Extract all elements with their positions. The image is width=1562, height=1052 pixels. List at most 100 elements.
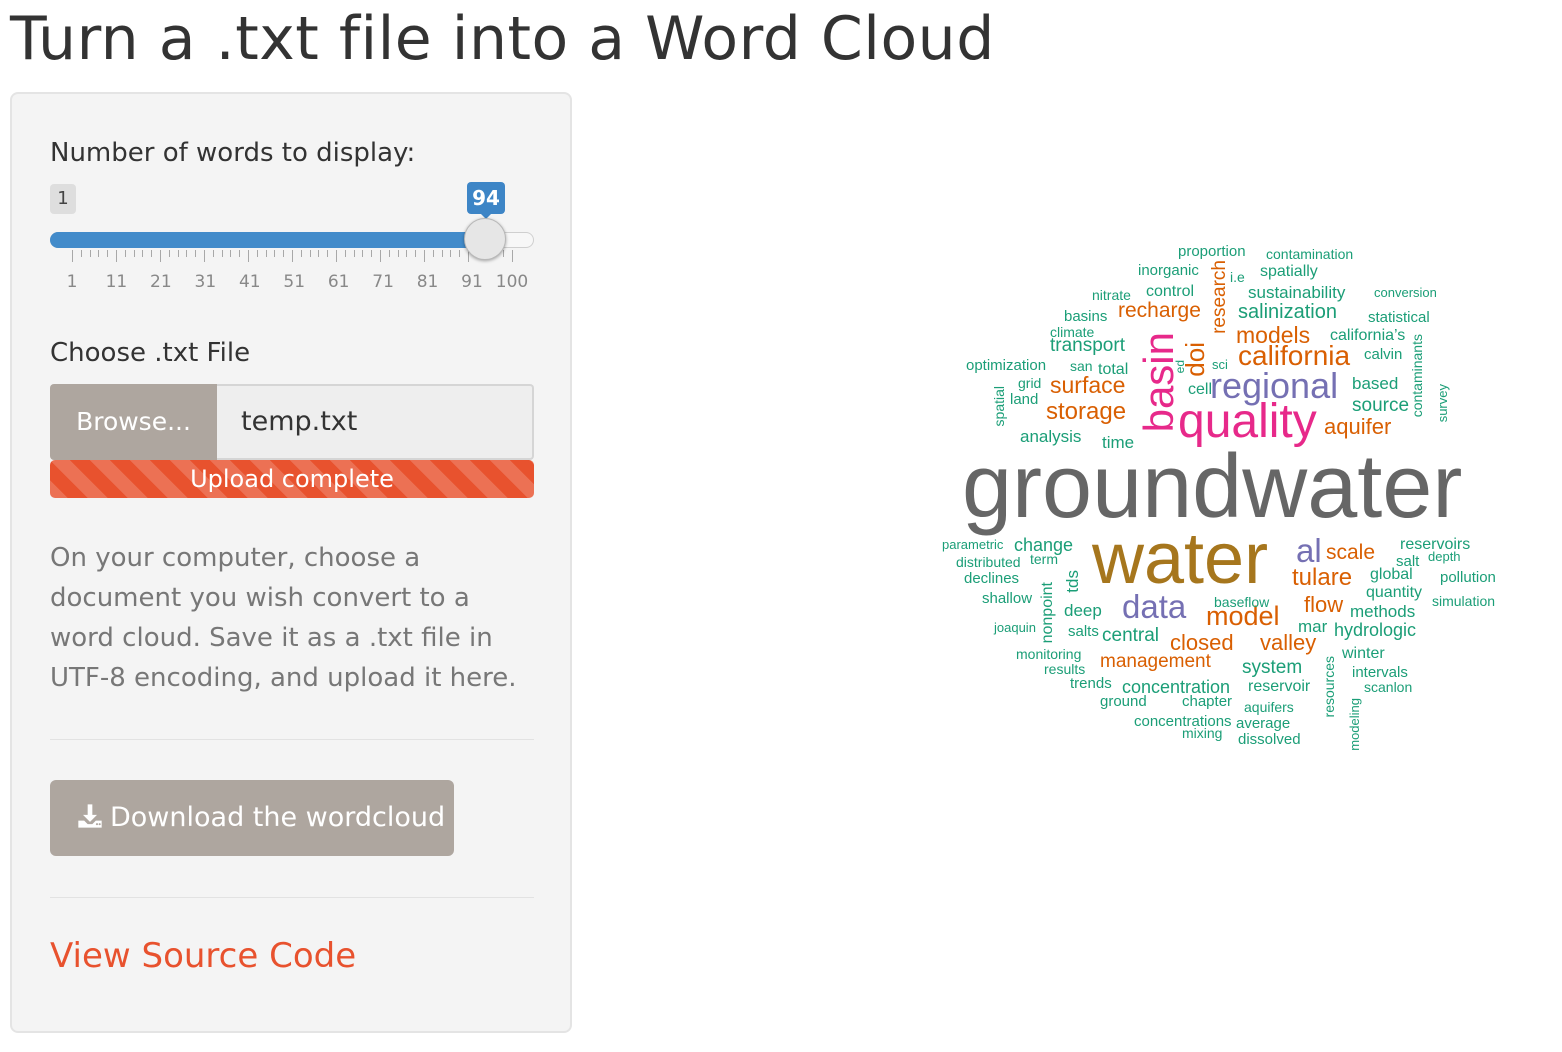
slider-tick-major xyxy=(160,250,161,262)
cloud-word: water xyxy=(1092,519,1269,599)
slider-tick-major xyxy=(72,250,73,262)
slider-tick-label: 1 xyxy=(66,272,78,292)
slider-tick-minor xyxy=(265,250,267,257)
cloud-word: global xyxy=(1370,566,1413,583)
slider-tick-minor xyxy=(98,250,100,257)
file-input: Browse... temp.txt xyxy=(50,384,534,460)
cloud-word: models xyxy=(1236,322,1311,348)
cloud-word: regional xyxy=(1210,365,1339,406)
slider-tick-minor xyxy=(195,250,197,257)
slider-tick-minor xyxy=(406,250,408,257)
cloud-word: modeling xyxy=(1347,698,1362,751)
download-icon xyxy=(78,804,102,828)
cloud-word: basin xyxy=(1135,332,1182,433)
slider-tick-minor xyxy=(371,250,373,257)
upload-progress-bar: Upload complete xyxy=(50,460,534,498)
cloud-word: contaminants xyxy=(1409,334,1425,418)
cloud-word: ed xyxy=(1173,360,1187,374)
cloud-word: quantity xyxy=(1366,584,1423,601)
slider-tick-major xyxy=(292,250,293,262)
cloud-word: basins xyxy=(1064,308,1108,325)
cloud-word: conversion xyxy=(1374,285,1437,300)
slider-tick-label: 41 xyxy=(238,272,261,292)
cloud-word: calvin xyxy=(1364,346,1403,363)
slider-ticks xyxy=(50,250,534,264)
cloud-word: flow xyxy=(1304,592,1344,617)
slider-tick-minor xyxy=(353,250,355,257)
slider-tick-labels: 1 11 21 31 41 51 61 71 81 91 100 xyxy=(50,272,534,296)
cloud-word: sustainability xyxy=(1248,283,1346,302)
cloud-word: data xyxy=(1122,588,1187,625)
download-button[interactable]: Download the wordcloud xyxy=(50,780,454,856)
cloud-word: i.e xyxy=(1230,269,1245,285)
cloud-word: tds xyxy=(1063,570,1082,593)
cloud-word: climate xyxy=(1050,324,1095,340)
cloud-word: tulare xyxy=(1292,564,1353,591)
cloud-word: results xyxy=(1044,661,1086,677)
browse-button[interactable]: Browse... xyxy=(50,384,217,460)
cloud-word: aquifers xyxy=(1244,699,1294,715)
cloud-word: mar xyxy=(1298,617,1328,636)
download-label: Download the wordcloud xyxy=(110,802,446,833)
cloud-word: distributed xyxy=(956,554,1021,570)
slider-tick-minor xyxy=(300,250,302,257)
slider-tick-minor xyxy=(133,250,135,257)
divider xyxy=(50,739,534,740)
cloud-word: pollution xyxy=(1440,569,1496,586)
slider-tick-major xyxy=(336,250,337,262)
filename-field[interactable]: temp.txt xyxy=(217,384,534,460)
cloud-word: storage xyxy=(1046,398,1127,425)
cloud-word: inorganic xyxy=(1138,262,1199,279)
slider-tick-minor xyxy=(186,250,188,257)
slider-tick-label: 71 xyxy=(372,272,394,292)
cloud-word: depth xyxy=(1428,549,1461,564)
help-text: On your computer, choose a document you … xyxy=(50,543,517,693)
slider-tick-label: 11 xyxy=(105,272,128,292)
cloud-word: intervals xyxy=(1352,664,1408,681)
slider-tick-minor xyxy=(80,250,82,257)
cloud-word: spatially xyxy=(1260,263,1318,280)
slider-tick-label: 31 xyxy=(194,272,217,292)
slider-tick-minor xyxy=(344,250,346,257)
slider-tick-label: 91 xyxy=(461,272,483,292)
slider-tick-minor xyxy=(318,250,320,257)
cloud-word: control xyxy=(1146,283,1195,300)
slider-tick-minor xyxy=(388,250,390,257)
cloud-word: shallow xyxy=(982,590,1033,607)
cloud-word: system xyxy=(1242,657,1303,678)
slider-tick-minor xyxy=(432,250,434,257)
cloud-word: aquifer xyxy=(1324,414,1392,439)
slider-tick-label: 81 xyxy=(416,272,439,292)
slider-tick-minor xyxy=(362,250,364,257)
slider-tick-major xyxy=(248,250,249,262)
slider-tick-minor xyxy=(151,250,153,257)
slider-tick-minor xyxy=(327,250,329,257)
cloud-word: parametric xyxy=(942,537,1004,552)
slider-tick-major xyxy=(204,250,205,262)
cloud-word: resources xyxy=(1321,656,1337,718)
cloud-word: simulation xyxy=(1432,593,1496,609)
cloud-word: time xyxy=(1102,433,1135,452)
cloud-word: survey xyxy=(1435,384,1450,423)
slider-tick-minor xyxy=(256,250,258,257)
slider-tick-major xyxy=(116,250,117,262)
view-source-link[interactable]: View Source Code xyxy=(50,936,356,976)
cloud-word: optimization xyxy=(966,357,1047,374)
divider xyxy=(50,897,534,898)
cloud-word: term xyxy=(1030,551,1058,567)
cloud-word: average xyxy=(1236,715,1291,732)
cloud-word: hydrologic xyxy=(1334,620,1417,640)
slider-tick-major xyxy=(424,250,425,262)
cloud-word: ground xyxy=(1100,693,1147,710)
slider-tick-minor xyxy=(309,250,311,257)
slider-min-badge: 1 xyxy=(50,184,76,214)
slider-tick-minor xyxy=(89,250,91,257)
slider-tick-minor xyxy=(107,250,109,257)
cloud-word: mixing xyxy=(1182,725,1223,741)
cloud-word: trends xyxy=(1070,675,1112,692)
slider-tick-minor xyxy=(230,250,232,257)
cloud-word: total xyxy=(1098,361,1129,378)
slider-tick-minor xyxy=(459,250,461,257)
cloud-word: proportion xyxy=(1178,243,1246,260)
slider-tick-major xyxy=(380,250,381,262)
